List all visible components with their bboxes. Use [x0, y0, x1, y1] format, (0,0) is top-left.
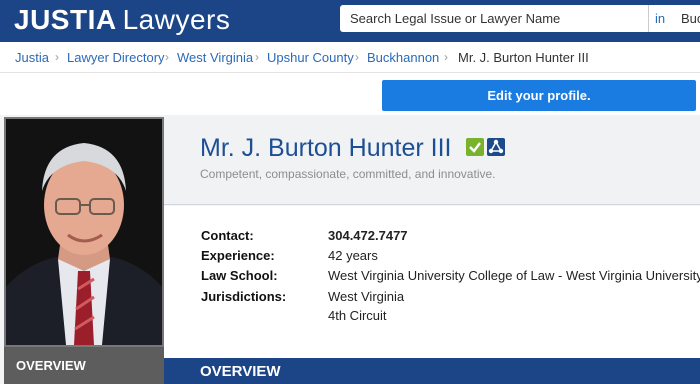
chevron-right-icon: ›: [355, 50, 359, 64]
experience-value: 42 years: [328, 248, 378, 263]
chevron-right-icon: ›: [165, 50, 169, 64]
breadcrumb-justia[interactable]: Justia: [15, 50, 49, 65]
location-input[interactable]: Buc: [681, 11, 700, 26]
law-school-value: West Virginia University College of Law …: [328, 268, 700, 283]
law-school-label: Law School:: [201, 268, 278, 283]
search-box: [340, 5, 648, 32]
contact-label: Contact:: [201, 228, 254, 243]
profile-header: Mr. J. Burton Hunter III Competent, comp…: [164, 115, 700, 205]
chevron-right-icon: ›: [255, 50, 259, 64]
profile-details: Contact: 304.472.7477 Experience: 42 yea…: [164, 206, 700, 358]
breadcrumb-upshur-county[interactable]: Upshur County: [267, 50, 354, 65]
chevron-right-icon: ›: [55, 50, 59, 64]
top-header: JUSTIALawyers in Buc: [0, 0, 700, 42]
jurisdictions-label: Jurisdictions:: [201, 289, 287, 304]
chevron-right-icon: ›: [444, 50, 448, 64]
check-badge-icon[interactable]: [466, 138, 484, 156]
lawyer-photo: [4, 117, 164, 347]
breadcrumb-current: Mr. J. Burton Hunter III: [458, 50, 589, 65]
experience-label: Experience:: [201, 248, 275, 263]
search-input[interactable]: [340, 5, 648, 32]
justia-logo[interactable]: JUSTIA Lawyers: [14, 4, 230, 36]
search-in-label: in: [655, 11, 666, 26]
contact-phone[interactable]: 304.472.7477: [328, 228, 408, 243]
breadcrumb-west-virginia[interactable]: West Virginia: [177, 50, 253, 65]
location-box[interactable]: in Buc: [648, 5, 700, 32]
overview-section-header: OVERVIEW: [164, 358, 700, 384]
portrait-image: [6, 119, 162, 345]
logo-brand: JUSTIA: [14, 4, 117, 35]
jurisdiction-item: 4th Circuit: [328, 308, 387, 323]
edit-profile-button[interactable]: Edit your profile.: [382, 80, 696, 111]
tab-overview-sidebar[interactable]: OVERVIEW: [4, 347, 164, 384]
breadcrumb-buckhannon[interactable]: Buckhannon: [367, 50, 439, 65]
logo-subtitle: Lawyers: [122, 4, 231, 35]
lawyer-tagline: Competent, compassionate, committed, and…: [200, 167, 496, 181]
lawyer-name: Mr. J. Burton Hunter III: [200, 134, 452, 162]
network-badge-icon[interactable]: [487, 138, 505, 156]
jurisdiction-item: West Virginia: [328, 289, 405, 304]
breadcrumb: Justia › Lawyer Directory › West Virgini…: [0, 42, 700, 73]
breadcrumb-lawyer-directory[interactable]: Lawyer Directory: [67, 50, 165, 65]
